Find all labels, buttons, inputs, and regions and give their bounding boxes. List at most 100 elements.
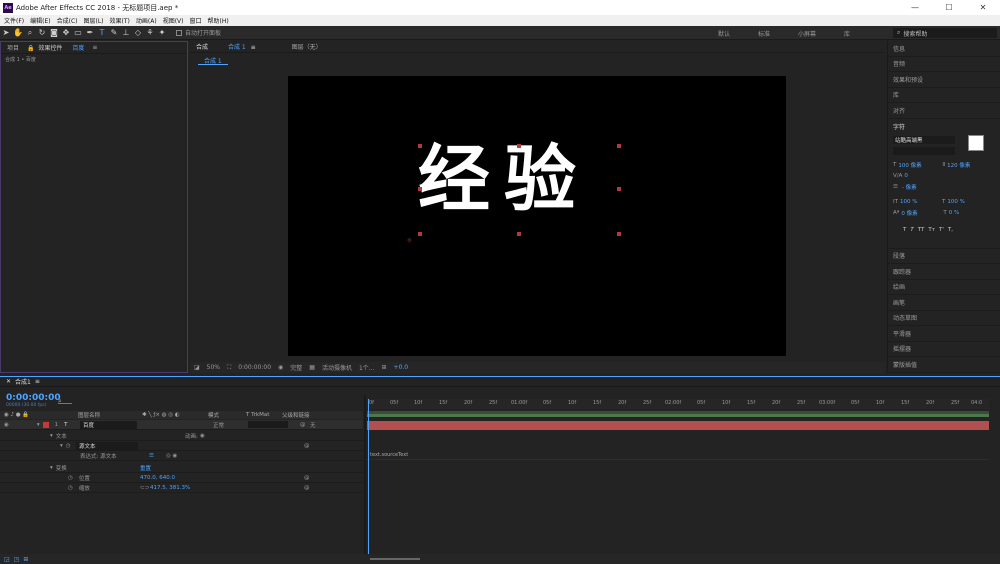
font-family-dropdown[interactable]: 站酷高端黑 — [893, 136, 955, 144]
auto-open-panels-toggle[interactable]: 自动打开面板 — [176, 28, 221, 37]
property-group-transform[interactable]: ▾ 变换 重置 — [0, 463, 363, 473]
all-caps-button[interactable]: TT — [918, 227, 925, 233]
add-animator-icon[interactable]: ◉ — [200, 433, 205, 439]
hand-tool-icon[interactable]: ✋ — [12, 27, 24, 39]
leading-value[interactable]: 120 像素 — [947, 161, 970, 169]
bbox-handle[interactable] — [418, 187, 422, 191]
stopwatch-icon[interactable]: ◷ — [68, 485, 73, 491]
parent-pickwhip-icon[interactable]: @ — [304, 443, 310, 449]
stopwatch-icon[interactable]: ◷ — [66, 443, 71, 449]
search-help-input[interactable]: ⌕ 搜索帮助 — [893, 28, 997, 38]
faux-bold-button[interactable]: T — [903, 227, 906, 233]
expression-code[interactable]: text.sourceText — [370, 452, 408, 458]
exposure-value[interactable]: +0.0 — [394, 364, 409, 371]
expression-pickwhip-icon[interactable]: ◎ ◉ — [166, 453, 177, 459]
panel-brushes[interactable]: 画笔 — [888, 295, 1000, 311]
tab-project[interactable]: 项目 — [7, 43, 19, 52]
timeline-timecode[interactable]: 0:00:00:00 — [6, 393, 61, 403]
maximize-button[interactable]: ☐ — [932, 0, 966, 15]
close-button[interactable]: ✕ — [966, 0, 1000, 15]
property-expression[interactable]: 表达式: 源文本 ☰ ◎ ◉ — [0, 451, 363, 461]
stroke-width-value[interactable]: - 像素 — [902, 183, 917, 191]
column-layer-name[interactable]: 图层名称 — [78, 411, 142, 419]
scale-value[interactable]: 417.5, 381.3% — [150, 485, 190, 491]
expand-arrow-icon[interactable]: ▾ — [37, 422, 40, 428]
position-value[interactable]: 470.0, 640.0 — [140, 475, 175, 481]
label-color-chip[interactable] — [42, 421, 49, 428]
always-preview-icon[interactable]: ◪ — [194, 364, 200, 371]
expand-arrow-icon[interactable]: ▾ — [60, 443, 63, 449]
auto-open-checkbox[interactable] — [176, 29, 182, 36]
parent-dropdown[interactable]: 无 — [310, 421, 316, 429]
vertical-scale-value[interactable]: 100 % — [900, 199, 942, 205]
panel-libraries[interactable]: 库 — [888, 88, 1000, 103]
stopwatch-icon[interactable]: ◷ — [68, 475, 73, 481]
column-trkmat[interactable]: T TrkMat — [246, 412, 282, 418]
panel-paint[interactable]: 绘画 — [888, 280, 1000, 295]
workspace-standard[interactable]: 标准 — [758, 29, 770, 38]
eraser-tool-icon[interactable]: ◇ — [132, 27, 144, 39]
expression-graph-icon[interactable]: ☰ — [149, 453, 154, 459]
property-position[interactable]: ◷ 位置 470.0, 640.0 @ — [0, 473, 363, 483]
composition-viewer[interactable]: 经验 ✧ — [288, 76, 786, 356]
flowchart-icon[interactable]: ⊞ — [382, 364, 387, 371]
current-time-indicator[interactable] — [368, 399, 369, 559]
column-mode[interactable]: 模式 — [208, 411, 246, 419]
layer-mode-dropdown[interactable]: 正常 — [213, 421, 224, 429]
column-parent[interactable]: 父级和链接 — [282, 411, 310, 419]
toggle-switches-icon[interactable]: ◲ — [4, 556, 10, 563]
minimize-button[interactable]: — — [898, 0, 932, 15]
constrain-proportions-icon[interactable]: ⊂⊃ — [140, 485, 149, 491]
panel-align[interactable]: 对齐 — [888, 103, 1000, 119]
zoom-tool-icon[interactable]: ⌕ — [24, 27, 36, 39]
panel-motion-sketch[interactable]: 动态草图 — [888, 311, 1000, 326]
pen-tool-icon[interactable]: ✒ — [84, 27, 96, 39]
small-caps-button[interactable]: Tт — [928, 227, 935, 233]
parent-pickwhip-icon[interactable]: @ — [304, 485, 310, 491]
selection-tool-icon[interactable]: ➤ — [0, 27, 12, 39]
workspace-default[interactable]: 默认 — [718, 29, 730, 38]
panel-wiggler[interactable]: 摇摆器 — [888, 342, 1000, 357]
font-style-dropdown[interactable] — [893, 147, 955, 155]
panel-menu-icon[interactable]: ≡ — [35, 378, 40, 385]
layer-row[interactable]: ◉ ▾ 1 T 百度 正常 @ 无 — [0, 420, 363, 430]
region-icon[interactable]: ⛶ — [227, 364, 231, 372]
kerning-value[interactable]: 0 — [904, 173, 908, 179]
panel-audio[interactable]: 音频 — [888, 57, 1000, 72]
expand-arrow-icon[interactable]: ▾ — [50, 433, 53, 439]
menu-view[interactable]: 视图(V) — [163, 16, 184, 25]
timeline-search-input[interactable]: ⌕ — [58, 397, 72, 405]
tsume-value[interactable]: 0 % — [949, 210, 959, 216]
panel-smoother[interactable]: 平滑器 — [888, 326, 1000, 342]
subscript-button[interactable]: T, — [948, 227, 953, 233]
panel-menu-icon[interactable]: ≡ — [92, 44, 97, 51]
property-source-text[interactable]: ▾ ◷ 源文本 @ — [0, 441, 363, 451]
tab-composition[interactable]: 合成 合成 1 ≡ — [196, 42, 274, 51]
rectangle-tool-icon[interactable]: ▭ — [72, 27, 84, 39]
parent-pickwhip-icon[interactable]: @ — [300, 422, 306, 428]
menu-composition[interactable]: 合成(C) — [57, 16, 78, 25]
panel-effects-presets[interactable]: 效果和预设 — [888, 72, 1000, 88]
property-scale[interactable]: ◷ 缩放 ⊂⊃ 417.5, 381.3% @ — [0, 483, 363, 493]
menu-layer[interactable]: 图层(L) — [84, 16, 104, 25]
baseline-shift-value[interactable]: 0 像素 — [901, 209, 943, 217]
brush-tool-icon[interactable]: ✎ — [108, 27, 120, 39]
rotate-tool-icon[interactable]: ↻ — [36, 27, 48, 39]
workspace-small-screen[interactable]: 小屏幕 — [798, 29, 816, 38]
menu-file[interactable]: 文件(F) — [4, 16, 24, 25]
layer-duration-bar[interactable] — [367, 421, 989, 430]
lock-icon[interactable]: 🔒 — [27, 45, 34, 52]
expand-arrow-icon[interactable]: ▾ — [50, 465, 53, 471]
close-icon[interactable]: ✕ — [6, 378, 11, 385]
trkmat-dropdown[interactable] — [248, 421, 288, 428]
bbox-handle[interactable] — [617, 187, 621, 191]
panel-paragraph[interactable]: 段落 — [888, 249, 1000, 264]
zoom-dropdown[interactable]: 50% — [207, 364, 220, 371]
property-group-text[interactable]: ▾ 文本 动画: ◉ — [0, 431, 363, 441]
type-tool-icon[interactable]: T — [96, 27, 108, 39]
clone-stamp-tool-icon[interactable]: ⊥ — [120, 27, 132, 39]
panel-tracker[interactable]: 跟踪器 — [888, 264, 1000, 280]
bbox-handle[interactable] — [418, 144, 422, 148]
tab-timeline-comp[interactable]: 合成1 — [15, 377, 31, 386]
puppet-tool-icon[interactable]: ✦ — [156, 27, 168, 39]
